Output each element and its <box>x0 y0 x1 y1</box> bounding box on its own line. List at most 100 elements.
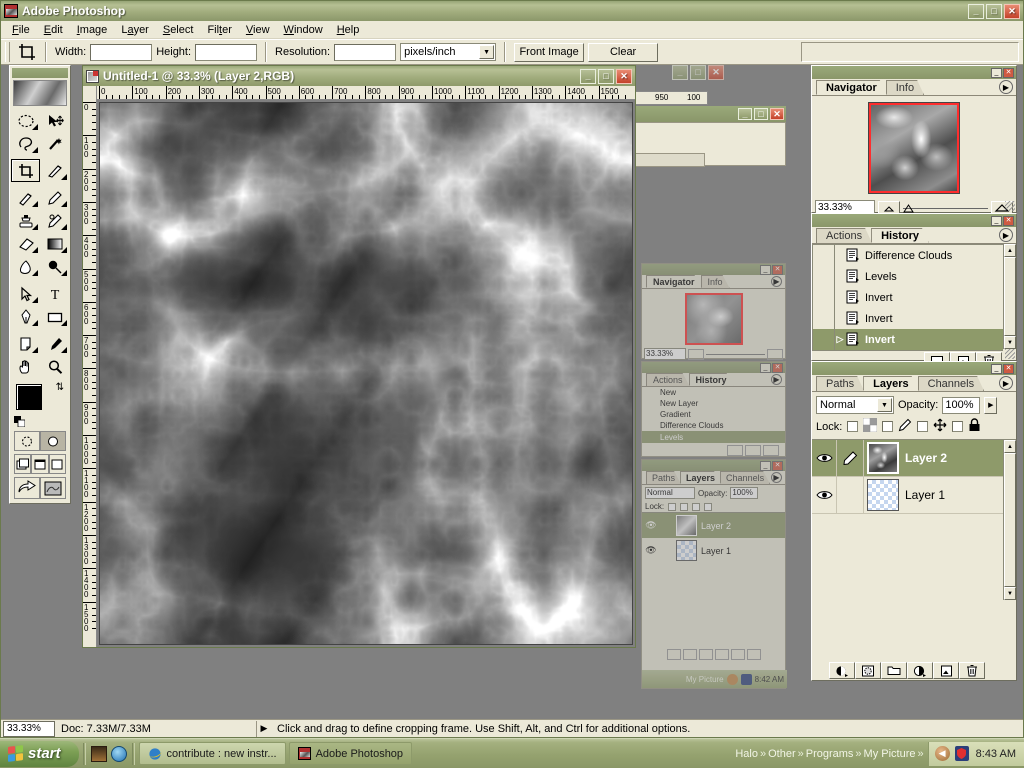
show-desktop-icon[interactable]: ◀ <box>935 746 950 761</box>
lock-position-checkbox[interactable] <box>917 421 928 432</box>
toolbox-drag-handle[interactable] <box>12 68 68 78</box>
gradient-tool[interactable] <box>40 232 69 255</box>
history-item-invert-2[interactable]: Invert <box>813 308 1003 329</box>
close-button[interactable]: ✕ <box>1004 4 1020 19</box>
bg-doc-minimize-button[interactable]: _ <box>738 108 752 120</box>
chevron-right-icon[interactable]: » <box>798 748 804 760</box>
layers-scrollbar[interactable]: ▲ ▼ <box>1003 440 1016 600</box>
tab-history[interactable]: History <box>871 228 929 243</box>
canvas-image[interactable] <box>100 103 632 644</box>
swap-colors-icon[interactable]: ⇅ <box>56 382 64 393</box>
bg-close-button[interactable]: ✕ <box>708 65 724 80</box>
bg-lock-pixels-checkbox[interactable] <box>680 503 688 511</box>
scroll-up-icon[interactable]: ▲ <box>1004 440 1016 453</box>
layer-edit-brush-icon[interactable] <box>837 440 864 477</box>
menu-layer[interactable]: Layer <box>114 23 156 37</box>
history-resize-grip[interactable] <box>1005 349 1015 359</box>
status-menu-arrow-icon[interactable]: ▶ <box>257 723 271 734</box>
lasso-tool[interactable] <box>11 132 40 155</box>
bg-layer-row-1[interactable]: 👁 Layer 1 <box>642 538 785 563</box>
history-snapshot-box[interactable] <box>813 308 835 329</box>
navigator-view-box[interactable] <box>869 103 959 193</box>
fullscreen-menubar-icon[interactable] <box>31 454 48 474</box>
taskbar-clock[interactable]: 8:43 AM <box>974 748 1016 760</box>
bg-nav-minimize-button[interactable]: _ <box>760 265 771 275</box>
bg-lock-transparency-checkbox[interactable] <box>668 503 676 511</box>
bg-layer-eye-icon[interactable]: 👁 <box>642 520 660 531</box>
bg-tab-actions[interactable]: Actions <box>646 373 690 386</box>
type-tool[interactable]: T <box>40 282 69 305</box>
history-snapshot-box[interactable] <box>813 329 835 350</box>
new-layer-icon[interactable] <box>933 662 959 679</box>
bg-tab-info[interactable]: Info <box>701 275 730 288</box>
bg-history-item-selected[interactable]: Levels <box>642 431 785 443</box>
options-bar-grip[interactable] <box>5 42 10 62</box>
bg-history-item[interactable]: Difference Clouds <box>642 420 785 431</box>
bg-hist-delete-icon[interactable] <box>763 445 779 456</box>
media-player-icon[interactable] <box>91 746 107 762</box>
menu-select[interactable]: Select <box>156 23 201 37</box>
resolution-units-select[interactable]: pixels/inch ▼ <box>400 43 496 61</box>
restore-button[interactable]: □ <box>986 4 1002 19</box>
menu-edit[interactable]: Edit <box>37 23 70 37</box>
task-contribute[interactable]: contribute : new instr... <box>139 742 286 765</box>
pen-tool[interactable] <box>11 305 40 328</box>
tab-paths[interactable]: Paths <box>816 376 864 391</box>
history-item-invert-3-selected[interactable]: ▷ Invert <box>813 329 1003 350</box>
image-canvas[interactable] <box>99 102 633 645</box>
bg-tab-navigator[interactable]: Navigator <box>646 275 702 288</box>
layer-thumbnail-layer-1[interactable] <box>867 479 899 511</box>
windows-media-icon[interactable] <box>111 746 127 762</box>
bg-layer-style-icon[interactable] <box>667 649 681 660</box>
ruler-corner[interactable] <box>83 86 97 100</box>
chevron-right-icon[interactable]: » <box>760 748 766 760</box>
eraser-tool[interactable] <box>11 232 40 255</box>
blend-mode-select[interactable]: Normal ▼ <box>816 396 894 414</box>
bg-zoom-slider[interactable] <box>706 354 765 355</box>
toolbar-my-picture[interactable]: My Picture <box>864 748 916 760</box>
dodge-tool[interactable] <box>40 255 69 278</box>
bg-tab-paths[interactable]: Paths <box>646 471 681 484</box>
history-item-difference-clouds[interactable]: Difference Clouds <box>813 245 1003 266</box>
bg-tab-layers[interactable]: Layers <box>680 471 721 484</box>
bg-minimize-button[interactable]: _ <box>672 65 688 80</box>
scroll-up-icon[interactable]: ▲ <box>1004 244 1016 257</box>
fullscreen-icon[interactable] <box>49 454 66 474</box>
scroll-down-icon[interactable]: ▼ <box>1004 587 1016 600</box>
tab-info[interactable]: Info <box>886 80 924 95</box>
eyedropper-tool[interactable] <box>40 332 69 355</box>
tab-channels[interactable]: Channels <box>918 376 984 391</box>
history-item-levels[interactable]: Levels <box>813 266 1003 287</box>
history-titlebar[interactable]: _ ✕ <box>812 214 1016 227</box>
history-scrollbar[interactable]: ▲ ▼ <box>1003 244 1016 349</box>
slice-tool[interactable] <box>40 159 69 182</box>
clear-button[interactable]: Clear <box>588 43 658 62</box>
hand-tool[interactable] <box>11 355 40 378</box>
palette-well[interactable] <box>801 42 1019 62</box>
menu-image[interactable]: Image <box>70 23 115 37</box>
minimize-button[interactable]: _ <box>968 4 984 19</box>
crop-tool[interactable] <box>11 159 40 182</box>
toolbar-other[interactable]: Other <box>768 748 796 760</box>
menu-filter[interactable]: Filter <box>200 23 238 37</box>
lock-pixels-checkbox[interactable] <box>882 421 893 432</box>
tab-layers[interactable]: Layers <box>863 376 918 391</box>
lock-all-checkbox[interactable] <box>952 421 963 432</box>
navigator-titlebar[interactable]: _ ✕ <box>812 66 1016 79</box>
zoom-tool[interactable] <box>40 355 69 378</box>
bg-tab-history[interactable]: History <box>689 373 734 386</box>
bg-layer-row-2[interactable]: 👁 Layer 2 <box>642 513 785 538</box>
history-brush-tool[interactable] <box>40 209 69 232</box>
bg-zoom-in-icon[interactable] <box>767 349 783 360</box>
layers-scroll-thumb[interactable] <box>1004 453 1016 587</box>
height-input[interactable] <box>195 44 257 61</box>
bg-navigator-zoom-value[interactable]: 33.33% <box>644 348 686 360</box>
navigator-resize-grip[interactable] <box>1005 201 1015 211</box>
bg-history-item[interactable]: New Layer <box>642 398 785 409</box>
vertical-ruler[interactable]: 0100200300400500600700800900100011001200… <box>83 100 97 647</box>
navigator-close-button[interactable]: ✕ <box>1003 68 1014 78</box>
menu-file[interactable]: File <box>5 23 37 37</box>
bg-history-item[interactable]: Gradient <box>642 409 785 420</box>
history-minimize-button[interactable]: _ <box>991 216 1002 226</box>
layer-visibility-toggle[interactable] <box>812 440 837 477</box>
